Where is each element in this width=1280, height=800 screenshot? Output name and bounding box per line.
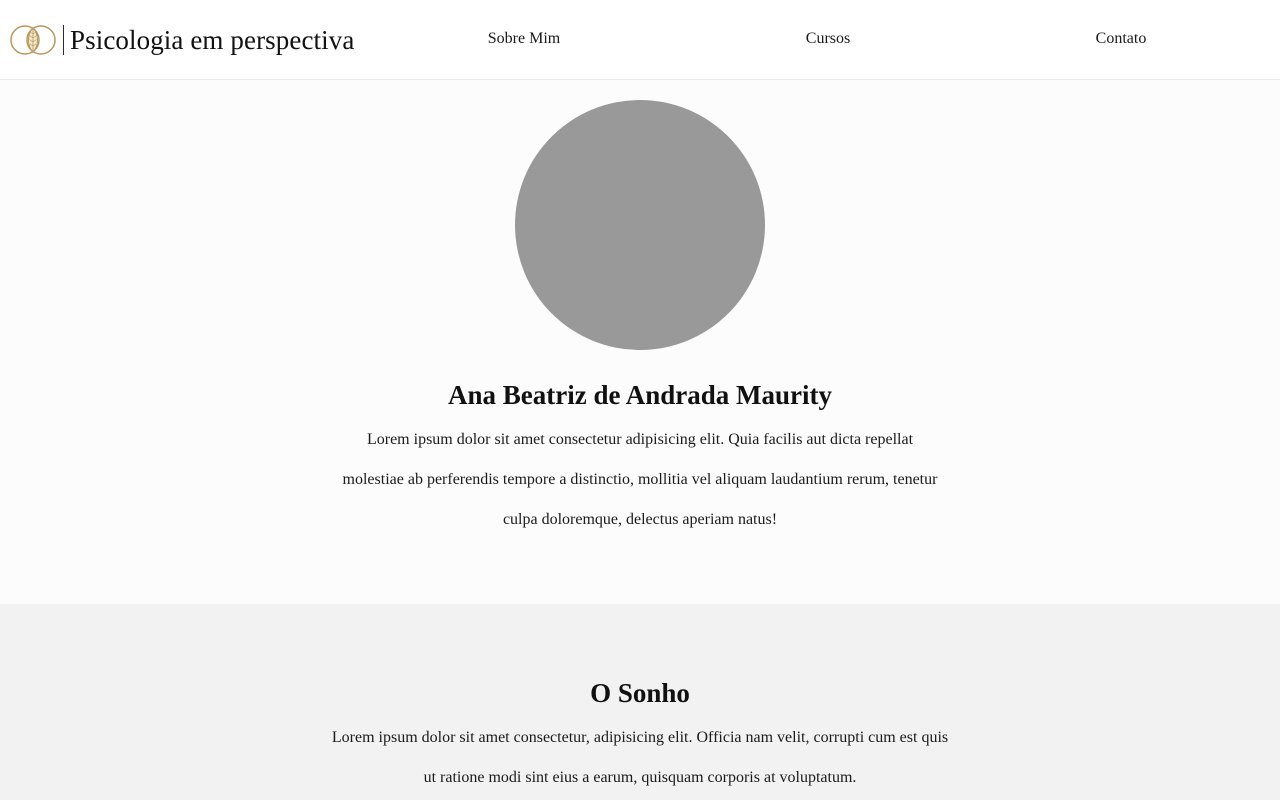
profile-name: Ana Beatriz de Andrada Maurity xyxy=(448,380,832,410)
brand-home-link[interactable]: Psicologia em perspectiva xyxy=(10,18,354,62)
dream-section: O Sonho Lorem ipsum dolor sit amet conse… xyxy=(0,604,1280,800)
brand-name: Psicologia em perspectiva xyxy=(70,24,355,55)
nav-link-contato[interactable]: Contato xyxy=(1096,30,1147,48)
profile-section: Ana Beatriz de Andrada Maurity Lorem ips… xyxy=(0,80,1280,604)
dream-text: Lorem ipsum dolor sit amet consectetur, … xyxy=(331,729,949,786)
nav-link-cursos[interactable]: Cursos xyxy=(806,30,850,48)
profile-bio: Lorem ipsum dolor sit amet consectetur a… xyxy=(342,431,938,528)
dream-title: O Sonho xyxy=(590,678,690,708)
nav-link-sobre-mim[interactable]: Sobre Mim xyxy=(488,30,560,48)
interlocking-rings-leaf-icon xyxy=(10,25,56,55)
brand-divider xyxy=(63,25,64,55)
top-navbar: Psicologia em perspectiva Sobre Mim Curs… xyxy=(0,0,1280,80)
profile-avatar xyxy=(515,100,765,350)
